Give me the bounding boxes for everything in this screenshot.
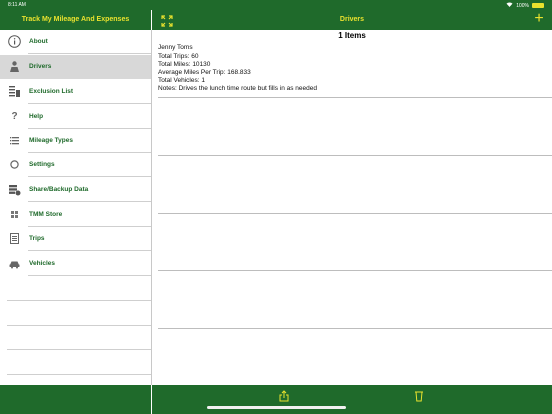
- status-bar: 8:11 AM 100%: [0, 0, 552, 10]
- backup-icon: [8, 183, 21, 196]
- sidebar-item-label: Mileage Types: [29, 137, 73, 144]
- driver-total-miles: Total Miles: 10130: [158, 61, 211, 68]
- sidebar-item-vehicles[interactable]: Vehicles: [0, 252, 151, 276]
- sidebar-item-help[interactable]: ? Help: [0, 105, 151, 129]
- sidebar: About Drivers Exclusion List ? Help Mile…: [0, 30, 152, 385]
- divider: [28, 103, 151, 104]
- page-title: Drivers: [339, 16, 365, 23]
- sidebar-item-share-backup[interactable]: Share/Backup Data: [0, 178, 151, 202]
- sidebar-item-drivers[interactable]: Drivers: [0, 55, 151, 79]
- battery-icon: [532, 3, 544, 8]
- divider: [158, 328, 552, 329]
- sidebar-item-label: Share/Backup Data: [29, 186, 89, 193]
- driver-avg-miles: Average Miles Per Trip: 168.833: [158, 69, 251, 76]
- divider: [28, 176, 151, 177]
- list-icon: [8, 134, 21, 147]
- car-icon: [8, 257, 21, 270]
- main-header: Drivers +: [152, 10, 552, 30]
- driver-name: Jenny Toms: [158, 44, 193, 51]
- driver-icon: [8, 60, 21, 73]
- divider: [28, 275, 151, 276]
- driver-total-vehicles: Total Vehicles: 1: [158, 77, 205, 84]
- sidebar-item-exclusion-list[interactable]: Exclusion List: [0, 80, 151, 104]
- delete-button[interactable]: [414, 389, 424, 402]
- info-icon: [8, 35, 21, 48]
- divider: [28, 201, 151, 202]
- divider: [28, 53, 151, 54]
- sidebar-toolbar: [0, 385, 151, 414]
- sidebar-item-label: Trips: [29, 235, 45, 242]
- divider: [7, 300, 151, 301]
- sidebar-item-label: Drivers: [29, 63, 52, 70]
- exclusion-list-icon: [8, 85, 21, 98]
- sidebar-item-label: Settings: [29, 161, 55, 168]
- divider: [158, 213, 552, 214]
- battery-percent: 100%: [516, 2, 529, 9]
- add-driver-button[interactable]: +: [532, 10, 546, 27]
- divider: [158, 97, 552, 98]
- divider: [158, 270, 552, 271]
- sidebar-item-mileage-types[interactable]: Mileage Types: [0, 129, 151, 153]
- home-indicator: [207, 406, 346, 409]
- sidebar-item-label: TMM Store: [29, 211, 63, 218]
- divider: [7, 374, 151, 375]
- sidebar-item-trips[interactable]: Trips: [0, 227, 151, 251]
- share-button[interactable]: [279, 389, 289, 402]
- bottom-toolbar: [152, 385, 552, 414]
- divider: [7, 325, 151, 326]
- trips-icon: [8, 232, 21, 245]
- trash-icon: [415, 391, 423, 402]
- status-right: 100%: [506, 2, 544, 9]
- divider: [158, 155, 552, 156]
- store-icon: [8, 208, 21, 221]
- driver-notes: Notes: Drives the lunch time route but f…: [158, 85, 317, 92]
- divider: [28, 250, 151, 251]
- share-icon: [279, 390, 289, 402]
- wifi-icon: [506, 2, 513, 9]
- question-icon: ?: [11, 111, 18, 122]
- sidebar-item-about[interactable]: About: [0, 30, 151, 54]
- driver-total-trips: Total Trips: 60: [158, 53, 199, 60]
- status-time: 8:11 AM: [8, 2, 26, 8]
- settings-icon: [8, 158, 21, 171]
- plus-icon: +: [534, 10, 544, 27]
- sidebar-item-label: Help: [29, 113, 44, 120]
- sidebar-header: Track My Mileage And Expenses: [0, 10, 151, 30]
- sidebar-item-label: Exclusion List: [29, 88, 74, 95]
- sidebar-item-tmm-store[interactable]: TMM Store: [0, 203, 151, 227]
- divider: [7, 349, 151, 350]
- sidebar-item-label: About: [29, 38, 48, 45]
- app-title: Track My Mileage And Expenses: [21, 16, 130, 23]
- drivers-list: 1 Items Jenny Toms Total Trips: 60 Total…: [152, 30, 552, 385]
- sidebar-item-label: Vehicles: [29, 260, 56, 267]
- sidebar-item-settings[interactable]: Settings: [0, 153, 151, 177]
- item-count: 1 Items: [338, 31, 366, 40]
